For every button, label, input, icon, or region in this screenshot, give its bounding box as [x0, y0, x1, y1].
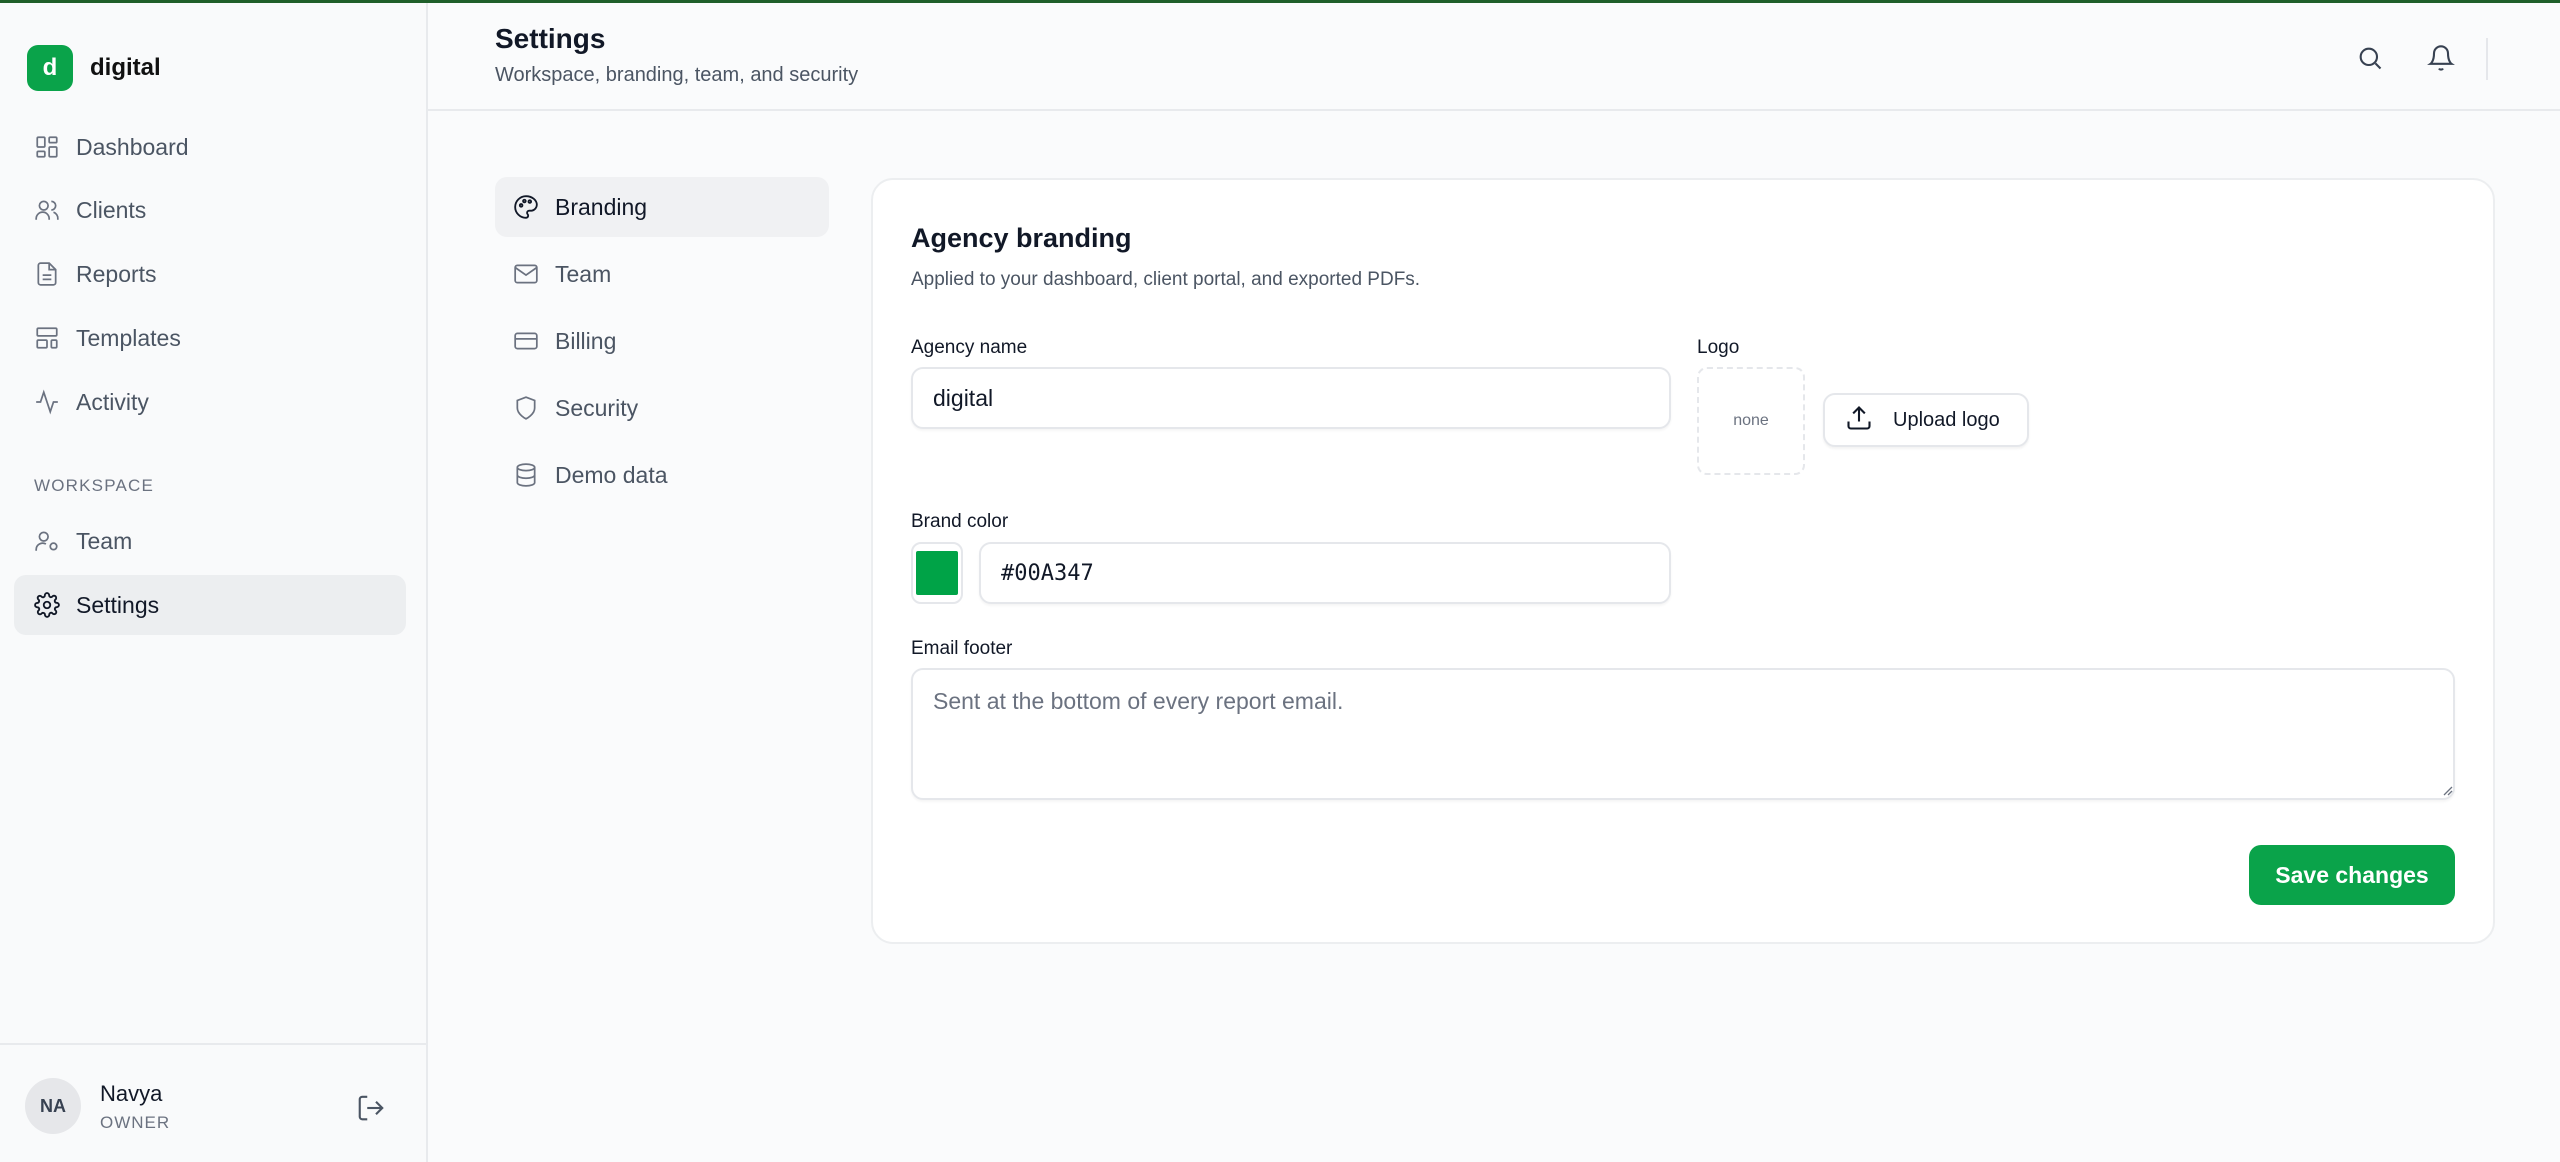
sidebar-item-label: Reports: [76, 260, 157, 287]
logo-label: Logo: [1697, 337, 1740, 358]
sidebar-item-team[interactable]: Team: [14, 511, 406, 571]
layout-icon: [34, 325, 60, 351]
sidebar-item-reports[interactable]: Reports: [14, 244, 406, 304]
tab-demo-data[interactable]: Demo data: [495, 445, 829, 505]
tab-label: Demo data: [555, 461, 668, 488]
card-description: Applied to your dashboard, client portal…: [911, 269, 1421, 290]
page-title: Settings: [495, 23, 606, 54]
logo-preview: none: [1697, 367, 1805, 475]
sidebar-item-activity[interactable]: Activity: [14, 372, 406, 432]
agency-name-input[interactable]: [911, 367, 1671, 429]
user-cog-icon: [34, 528, 60, 554]
card-title: Agency branding: [911, 223, 1132, 253]
sidebar-item-templates[interactable]: Templates: [14, 308, 406, 368]
users-icon: [34, 197, 60, 223]
email-footer-label: Email footer: [911, 638, 1013, 659]
page-header: Settings Workspace, branding, team, and …: [428, 3, 2560, 111]
database-icon: [513, 462, 539, 488]
header-divider: [2486, 38, 2488, 80]
logout-icon[interactable]: [356, 1093, 386, 1123]
upload-icon: [1845, 404, 1873, 437]
brand-name: digital: [90, 54, 161, 81]
branding-card: Agency branding Applied to your dashboar…: [871, 178, 2495, 944]
sidebar-item-label: Activity: [76, 388, 149, 415]
avatar[interactable]: NA: [25, 1078, 81, 1134]
brand[interactable]: d digital: [27, 45, 161, 91]
tab-security[interactable]: Security: [495, 378, 829, 438]
credit-card-icon: [513, 328, 539, 354]
tab-label: Security: [555, 394, 639, 421]
file-icon: [34, 261, 60, 287]
brand-logo: d: [27, 45, 73, 91]
dashboard-icon: [34, 134, 60, 160]
sidebar: d digital Dashboard Clients Reports Temp…: [0, 3, 428, 1162]
page-subtitle: Workspace, branding, team, and security: [495, 64, 859, 86]
upload-logo-label: Upload logo: [1893, 408, 2000, 431]
tab-label: Branding: [555, 193, 648, 220]
mail-icon: [513, 261, 539, 287]
bell-icon[interactable]: [2424, 41, 2458, 75]
brand-color-swatch: [916, 551, 958, 595]
sidebar-item-clients[interactable]: Clients: [14, 180, 406, 240]
shield-icon: [513, 395, 539, 421]
user-footer: NA Navya OWNER: [0, 1043, 426, 1162]
user-role: OWNER: [100, 1113, 171, 1132]
brand-color-picker[interactable]: [911, 542, 963, 604]
sidebar-item-label: Team: [76, 527, 133, 554]
user-name: Navya: [100, 1081, 163, 1106]
activity-icon: [34, 389, 60, 415]
sidebar-item-label: Dashboard: [76, 133, 189, 160]
sidebar-item-dashboard[interactable]: Dashboard: [14, 117, 406, 177]
email-footer-field[interactable]: [911, 668, 2455, 800]
tab-billing[interactable]: Billing: [495, 311, 829, 371]
section-label-workspace: WORKSPACE: [34, 476, 155, 495]
upload-logo-button[interactable]: Upload logo: [1823, 393, 2029, 447]
tab-team[interactable]: Team: [495, 244, 829, 304]
tab-label: Billing: [555, 327, 617, 354]
sidebar-item-label: Templates: [76, 324, 181, 351]
sidebar-item-settings[interactable]: Settings: [14, 575, 406, 635]
sidebar-item-label: Settings: [76, 591, 160, 618]
tab-label: Team: [555, 260, 612, 287]
palette-icon: [513, 194, 539, 220]
agency-name-label: Agency name: [911, 337, 1028, 358]
resize-grip-icon[interactable]: [2441, 784, 2453, 796]
search-icon[interactable]: [2353, 41, 2387, 75]
gear-icon: [34, 592, 60, 618]
tab-branding[interactable]: Branding: [495, 177, 829, 237]
brand-color-input[interactable]: [979, 542, 1671, 604]
sidebar-item-label: Clients: [76, 196, 147, 223]
save-changes-button[interactable]: Save changes: [2249, 845, 2455, 905]
brand-color-label: Brand color: [911, 511, 1009, 532]
